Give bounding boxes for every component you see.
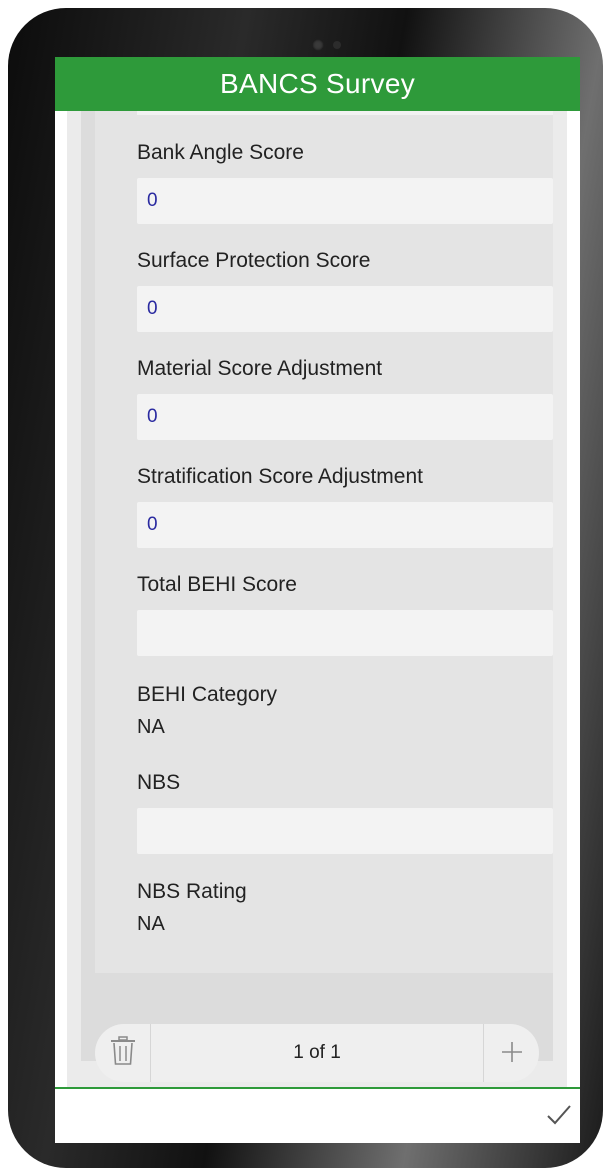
behi-category-label: BEHI Category <box>137 683 278 706</box>
app-title: BANCS Survey <box>220 68 415 99</box>
material-score-adjustment-input[interactable]: 0 <box>137 394 553 440</box>
record-count: 1 of 1 <box>293 1042 341 1063</box>
checkmark-icon <box>547 1105 571 1125</box>
stratification-score-adjustment-input[interactable]: 0 <box>137 502 553 548</box>
surface-protection-score-input[interactable]: 0 <box>137 286 553 332</box>
phone-frame: BANCS Survey Bank Angle Score 0 Surface … <box>8 8 603 1168</box>
front-camera <box>312 39 324 51</box>
repeat-section: Bank Angle Score 0 Surface Protection Sc… <box>81 111 553 1061</box>
nbs-rating-value: NA <box>137 913 165 935</box>
bottom-toolbar <box>55 1087 580 1143</box>
behi-category-value: NA <box>137 716 165 738</box>
add-record-button[interactable] <box>483 1024 539 1082</box>
trash-icon <box>110 1035 136 1071</box>
previous-field-edge <box>137 111 553 115</box>
stratification-score-adjustment-label: Stratification Score Adjustment <box>137 465 423 488</box>
plus-icon <box>500 1034 524 1073</box>
nbs-rating-label: NBS Rating <box>137 880 247 903</box>
camera-sensor <box>333 41 341 49</box>
bank-angle-score-label: Bank Angle Score <box>137 141 304 164</box>
submit-button[interactable] <box>546 1101 572 1133</box>
total-behi-score-input[interactable] <box>137 610 553 656</box>
title-bar: BANCS Survey <box>55 57 580 111</box>
total-behi-score-label: Total BEHI Score <box>137 573 297 596</box>
form-panel: Bank Angle Score 0 Surface Protection Sc… <box>67 111 567 1110</box>
app-screen: BANCS Survey Bank Angle Score 0 Surface … <box>55 57 580 1143</box>
surface-protection-score-label: Surface Protection Score <box>137 249 371 272</box>
material-score-adjustment-label: Material Score Adjustment <box>137 357 383 380</box>
bank-angle-score-input[interactable]: 0 <box>137 178 553 224</box>
delete-record-button[interactable] <box>95 1024 151 1082</box>
record-pager: 1 of 1 <box>95 1024 539 1082</box>
repeat-record: Bank Angle Score 0 Surface Protection Sc… <box>95 111 553 973</box>
nbs-input[interactable] <box>137 808 553 854</box>
nbs-label: NBS <box>137 771 181 794</box>
form-content[interactable]: Bank Angle Score 0 Surface Protection Sc… <box>55 111 580 1131</box>
